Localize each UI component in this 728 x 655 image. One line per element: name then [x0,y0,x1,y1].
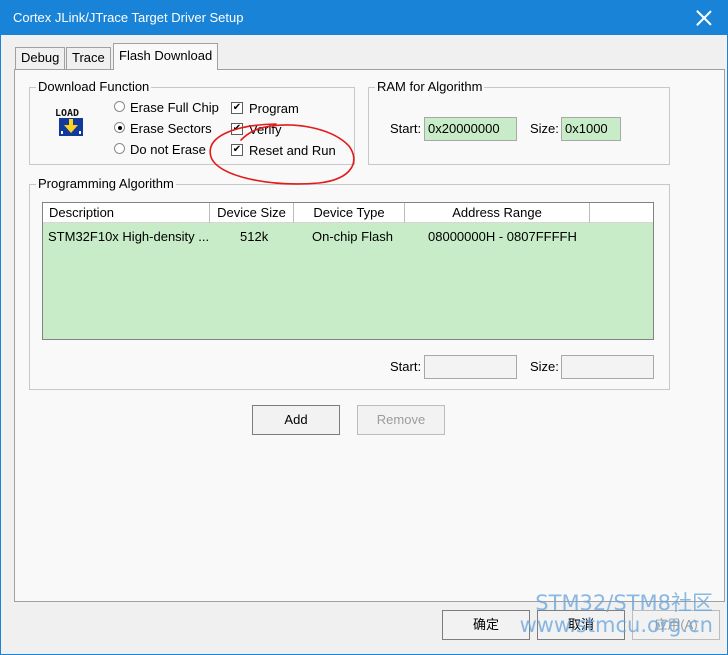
row-device-type: On-chip Flash [312,229,393,244]
do-not-erase-label[interactable]: Do not Erase [130,142,206,158]
algo-size-input[interactable] [561,355,654,379]
column-header-description[interactable]: Description [43,203,210,223]
remove-button[interactable]: Remove [357,405,445,435]
program-label[interactable]: Program [249,101,299,117]
algo-size-label: Size: [530,359,559,374]
ram-for-algorithm-label: RAM for Algorithm [375,79,485,95]
list-header: Description Device Size Device Type Addr… [43,203,653,223]
ram-start-label: Start: [390,121,422,136]
row-description: STM32F10x High-density ... [48,229,210,244]
window-title: Cortex JLink/JTrace Target Driver Setup [13,10,244,25]
ram-size-input[interactable]: 0x1000 [561,117,621,141]
column-header-device-type[interactable]: Device Type [294,203,405,223]
watermark: STM32/STM8社区 www.stmcu.org.cn [520,592,713,636]
algo-start-label: Start: [390,359,422,374]
dialog-window: Cortex JLink/JTrace Target Driver Setup … [0,0,728,655]
verify-checkbox[interactable]: ✔ [231,123,243,135]
ram-size-label: Size: [530,121,559,136]
tab-trace[interactable]: Trace [66,47,111,69]
row-device-size: 512k [240,229,269,244]
watermark-line2: www.stmcu.org.cn [519,613,713,637]
do-not-erase-radio[interactable] [114,143,125,154]
svg-text:LOAD: LOAD [55,108,79,119]
erase-full-chip-radio[interactable] [114,101,125,112]
algo-start-input[interactable] [424,355,517,379]
tab-flash-download[interactable]: Flash Download [113,43,219,70]
column-header-address-range[interactable]: Address Range [405,203,590,223]
add-button[interactable]: Add [252,405,340,435]
ram-start-input[interactable]: 0x20000000 [424,117,517,141]
tab-debug[interactable]: Debug [15,47,66,69]
program-checkbox[interactable]: ✔ [231,102,243,114]
erase-sectors-radio[interactable] [114,122,125,133]
algorithm-list[interactable]: Description Device Size Device Type Addr… [42,202,654,340]
verify-label[interactable]: Verify [249,122,282,138]
column-header-device-size[interactable]: Device Size [210,203,294,223]
ok-button[interactable]: 确定 [442,610,530,640]
reset-and-run-checkbox[interactable]: ✔ [231,144,243,156]
watermark-line1: STM32/STM8社区 [535,591,713,615]
erase-sectors-label[interactable]: Erase Sectors [130,121,212,137]
download-function-label: Download Function [36,79,152,95]
load-icon: LOAD [55,108,83,136]
reset-and-run-label[interactable]: Reset and Run [249,143,336,159]
title-bar[interactable]: Cortex JLink/JTrace Target Driver Setup [1,1,727,35]
row-address-range: 08000000H - 0807FFFFH [428,229,577,244]
close-icon[interactable] [695,9,713,27]
programming-algorithm-label: Programming Algorithm [36,176,176,192]
erase-full-chip-label[interactable]: Erase Full Chip [130,100,219,116]
